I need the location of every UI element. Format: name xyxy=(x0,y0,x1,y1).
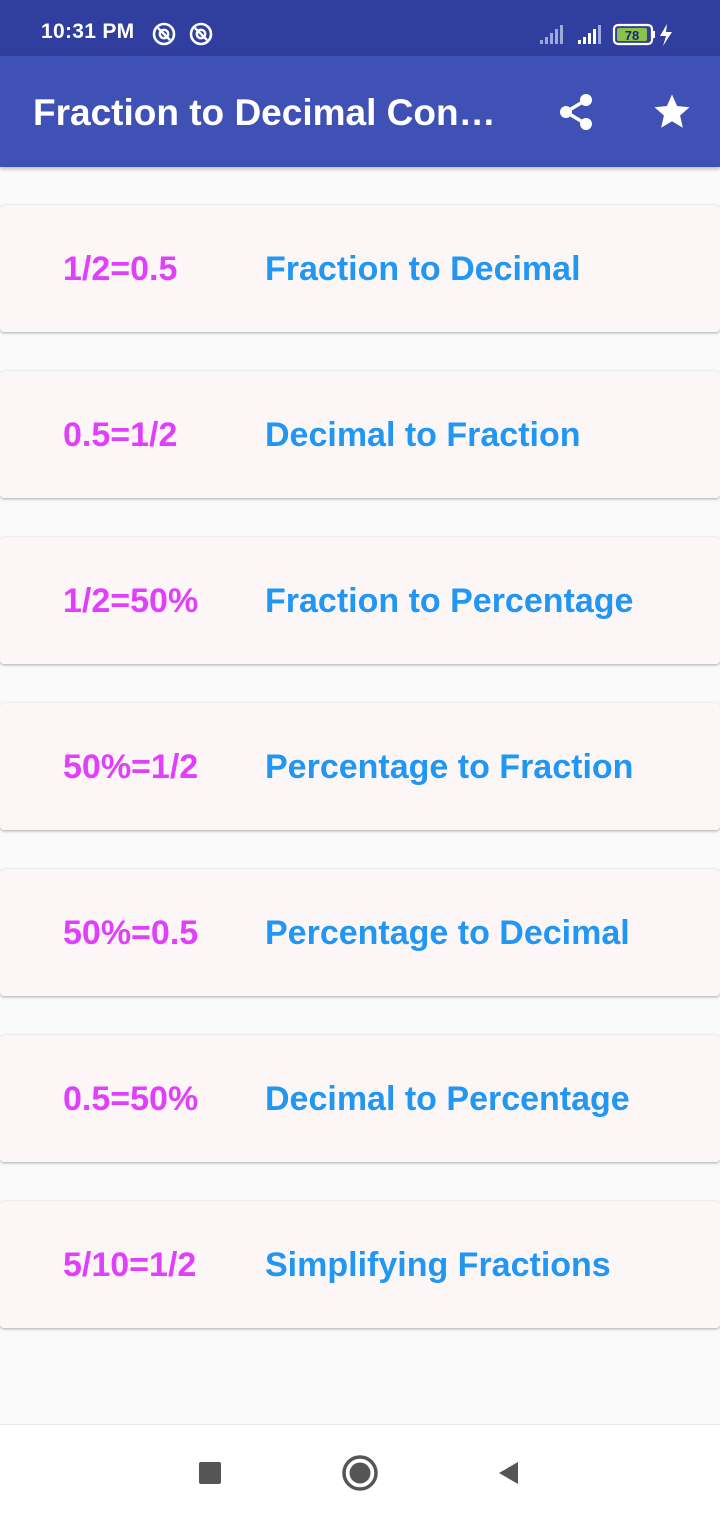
svg-text:78: 78 xyxy=(625,28,639,43)
card-label: Fraction to Percentage xyxy=(265,582,634,620)
card-label: Percentage to Decimal xyxy=(265,914,630,952)
favorite-button[interactable] xyxy=(648,88,696,136)
back-icon xyxy=(499,1462,518,1484)
signal-icon xyxy=(578,25,601,44)
card-example: 50%=0.5 xyxy=(63,914,199,952)
menu-card-simplifying-fractions[interactable]: 5/10=1/2 Simplifying Fractions xyxy=(0,1201,720,1328)
recents-icon xyxy=(199,1462,221,1484)
signal-icon xyxy=(540,25,563,44)
card-label: Decimal to Percentage xyxy=(265,1080,630,1118)
card-example: 0.5=1/2 xyxy=(63,416,178,454)
menu-card-fraction-to-decimal[interactable]: 1/2=0.5 Fraction to Decimal xyxy=(0,205,720,332)
menu-card-decimal-to-fraction[interactable]: 0.5=1/2 Decimal to Fraction xyxy=(0,371,720,498)
card-label: Decimal to Fraction xyxy=(265,416,581,454)
back-button[interactable] xyxy=(486,1451,530,1495)
status-indicators: 78 xyxy=(540,22,690,48)
status-bar: 10:31 PM 78 xyxy=(0,0,720,56)
status-time: 10:31 PM xyxy=(41,20,135,43)
menu-card-fraction-to-percentage[interactable]: 1/2=50% Fraction to Percentage xyxy=(0,537,720,664)
charging-icon xyxy=(660,24,672,46)
recents-button[interactable] xyxy=(188,1451,232,1495)
battery-icon: 78 xyxy=(612,23,655,46)
menu-card-percentage-to-fraction[interactable]: 50%=1/2 Percentage to Fraction xyxy=(0,703,720,830)
card-example: 0.5=50% xyxy=(63,1080,199,1118)
star-icon xyxy=(654,94,690,128)
system-nav-bar xyxy=(0,1424,720,1521)
card-label: Fraction to Decimal xyxy=(265,250,581,288)
share-button[interactable] xyxy=(552,88,600,136)
card-example: 5/10=1/2 xyxy=(63,1246,197,1284)
share-icon xyxy=(560,94,592,130)
card-example: 1/2=0.5 xyxy=(63,250,178,288)
home-button[interactable] xyxy=(338,1451,382,1495)
app-title: Fraction to Decimal Conv… xyxy=(33,92,513,133)
card-example: 50%=1/2 xyxy=(63,748,199,786)
menu-card-decimal-to-percentage[interactable]: 0.5=50% Decimal to Percentage xyxy=(0,1035,720,1162)
sync-icon xyxy=(189,22,213,46)
home-icon xyxy=(342,1455,378,1491)
menu-card-percentage-to-decimal[interactable]: 50%=0.5 Percentage to Decimal xyxy=(0,869,720,996)
card-example: 1/2=50% xyxy=(63,582,199,620)
card-label: Simplifying Fractions xyxy=(265,1246,611,1284)
app-bar: Fraction to Decimal Conv… xyxy=(0,56,720,167)
sync-icon xyxy=(152,22,176,46)
card-label: Percentage to Fraction xyxy=(265,748,634,786)
